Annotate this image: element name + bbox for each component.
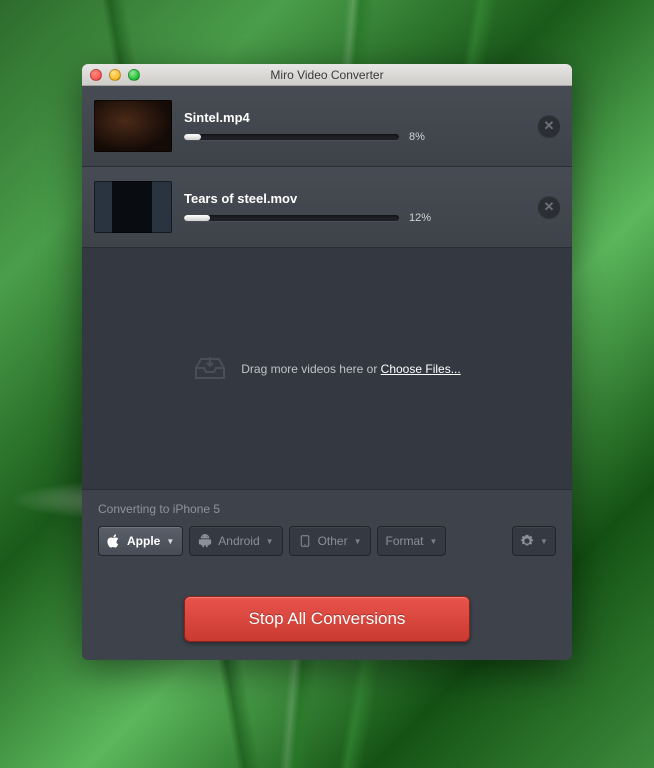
progress-bar — [184, 215, 399, 221]
chevron-down-icon: ▼ — [430, 537, 438, 546]
controls-panel: Converting to iPhone 5 Apple ▼ Android ▼ — [82, 489, 572, 660]
format-picker[interactable]: Format ▼ — [377, 526, 447, 556]
progress-fill — [184, 134, 201, 140]
progress-row: 12% — [184, 212, 526, 224]
device-icon — [298, 534, 312, 548]
titlebar[interactable]: Miro Video Converter — [82, 64, 572, 86]
item-meta: Sintel.mp4 8% — [184, 110, 526, 143]
file-name: Tears of steel.mov — [184, 191, 526, 206]
minimize-icon[interactable] — [109, 69, 121, 81]
progress-percent: 8% — [409, 131, 437, 143]
progress-row: 8% — [184, 131, 526, 143]
traffic-lights — [90, 69, 140, 81]
video-thumbnail — [94, 181, 172, 233]
progress-percent: 12% — [409, 212, 437, 224]
drop-zone[interactable]: Drag more videos here or Choose Files... — [82, 248, 572, 489]
window-title: Miro Video Converter — [82, 68, 572, 82]
other-picker[interactable]: Other ▼ — [289, 526, 371, 556]
close-icon: ✕ — [544, 118, 555, 134]
app-window: Miro Video Converter Sintel.mp4 8% ✕ Tea… — [82, 64, 572, 660]
list-item: Tears of steel.mov 12% ✕ — [82, 167, 572, 248]
chevron-down-icon: ▼ — [266, 537, 274, 546]
conversion-list: Sintel.mp4 8% ✕ Tears of steel.mov — [82, 86, 572, 248]
progress-fill — [184, 215, 210, 221]
android-picker[interactable]: Android ▼ — [189, 526, 282, 556]
drop-text: Drag more videos here or Choose Files... — [241, 362, 460, 376]
chevron-down-icon: ▼ — [166, 537, 174, 546]
conversion-status: Converting to iPhone 5 — [98, 502, 556, 516]
inbox-icon — [193, 356, 227, 382]
android-icon — [198, 534, 212, 548]
chevron-down-icon: ▼ — [540, 537, 548, 546]
item-meta: Tears of steel.mov 12% — [184, 191, 526, 224]
list-item: Sintel.mp4 8% ✕ — [82, 86, 572, 167]
settings-button[interactable]: ▼ — [512, 526, 556, 556]
close-icon: ✕ — [544, 199, 555, 215]
file-name: Sintel.mp4 — [184, 110, 526, 125]
apple-icon — [107, 534, 121, 548]
stop-all-button[interactable]: Stop All Conversions — [184, 596, 470, 642]
zoom-icon[interactable] — [128, 69, 140, 81]
cancel-item-button[interactable]: ✕ — [538, 115, 560, 137]
picker-row: Apple ▼ Android ▼ Other ▼ Format ▼ — [98, 526, 556, 556]
video-thumbnail — [94, 100, 172, 152]
cancel-item-button[interactable]: ✕ — [538, 196, 560, 218]
chevron-down-icon: ▼ — [354, 537, 362, 546]
gear-icon — [520, 534, 534, 548]
progress-bar — [184, 134, 399, 140]
choose-files-link[interactable]: Choose Files... — [381, 362, 461, 376]
apple-picker[interactable]: Apple ▼ — [98, 526, 183, 556]
close-icon[interactable] — [90, 69, 102, 81]
